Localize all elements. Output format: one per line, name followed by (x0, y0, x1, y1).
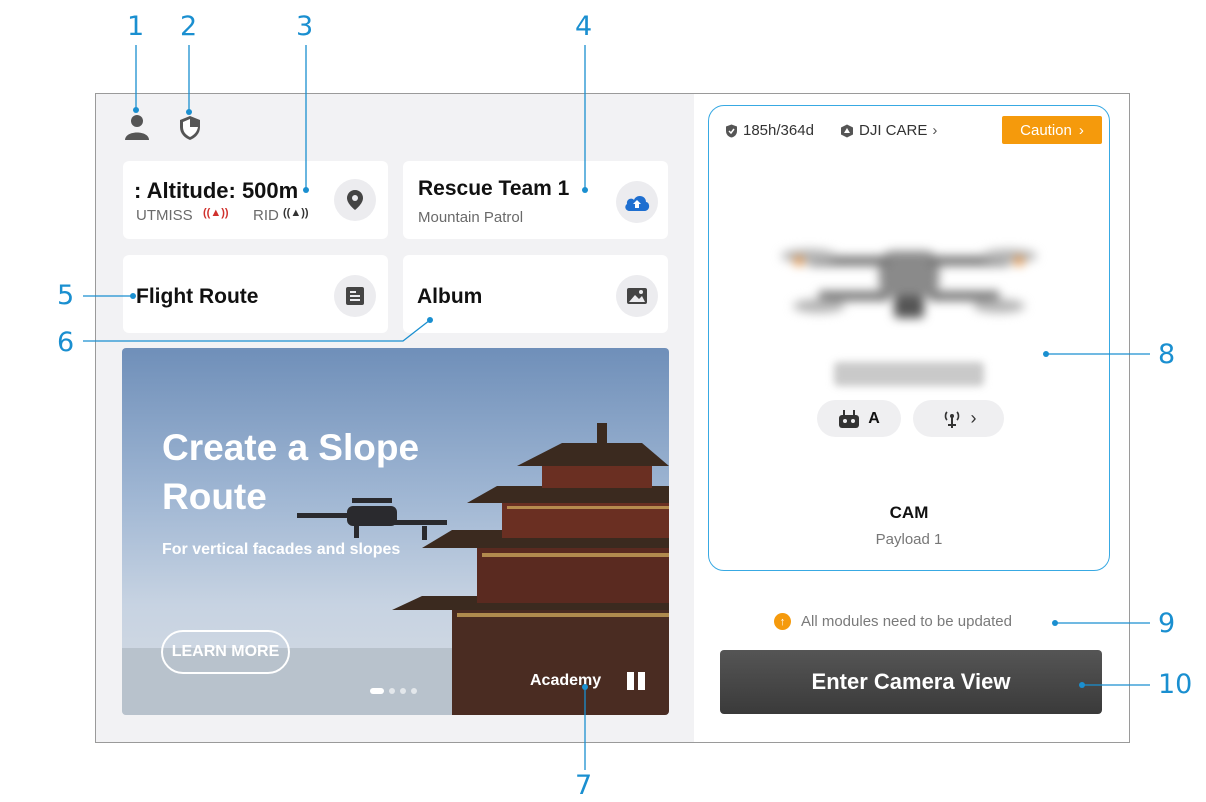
caution-text: Caution (1020, 121, 1072, 139)
carousel-dot[interactable] (400, 688, 406, 694)
flight-hours: 185h/364d (725, 122, 814, 139)
app-frame: : Altitude: 500m UTMISS ((▲)) RID ((▲)) … (95, 93, 1130, 743)
altitude-title: : Altitude: 500m (134, 178, 299, 203)
utmiss-signal-icon: ((▲)) (203, 207, 229, 219)
cloud-icon[interactable] (616, 181, 658, 223)
antenna-signal-icon (944, 410, 959, 428)
signal-pill[interactable]: › (913, 400, 1004, 437)
carousel-dot[interactable] (370, 688, 384, 694)
team-card[interactable]: Rescue Team 1 Mountain Patrol (403, 161, 668, 239)
controller-icon (839, 409, 860, 428)
callout-1: 1 (127, 11, 145, 42)
flight-route-title: Flight Route (136, 285, 259, 308)
update-text: All modules need to be updated (801, 613, 1012, 630)
callout-5: 5 (57, 280, 75, 311)
learn-more-button[interactable]: LEARN MORE (161, 630, 290, 674)
payload-label: Payload 1 (875, 531, 943, 548)
album-card[interactable]: Album (403, 255, 668, 333)
callout-2: 2 (180, 11, 198, 42)
banner-title: Create a Slope Route (162, 427, 420, 517)
academy-label[interactable]: Academy (530, 672, 601, 690)
image-icon[interactable] (616, 275, 658, 317)
academy-banner[interactable]: Create a Slope Route For vertical facade… (122, 348, 669, 715)
flight-route-card[interactable]: Flight Route (123, 255, 388, 333)
update-arrow-icon: ↑ (774, 613, 791, 630)
book-icon[interactable] (625, 670, 647, 692)
callout-4: 4 (575, 11, 593, 42)
caution-button[interactable]: Caution › (1002, 116, 1102, 144)
rid-label: RID (253, 207, 279, 224)
care-shield-icon (841, 124, 853, 137)
right-pane: 185h/364d DJI CARE › Caution › A › CAM P… (694, 94, 1129, 742)
callout-3: 3 (296, 11, 314, 42)
team-subtitle: Mountain Patrol (418, 209, 524, 226)
carousel-dots[interactable] (370, 688, 417, 694)
carousel-dot[interactable] (411, 688, 417, 694)
callout-10: 10 (1158, 669, 1193, 700)
update-notice[interactable]: ↑ All modules need to be updated (774, 613, 1012, 630)
dji-care-text: DJI CARE (859, 122, 928, 139)
callout-6: 6 (57, 327, 75, 358)
rid-signal-icon: ((▲)) (283, 207, 309, 219)
callout-7: 7 (575, 770, 593, 801)
callout-8: 8 (1158, 339, 1176, 370)
route-list-icon[interactable] (334, 275, 376, 317)
location-pin-icon[interactable] (334, 179, 376, 221)
flight-hours-text: 185h/364d (743, 122, 814, 139)
user-icon[interactable] (123, 113, 151, 141)
left-pane: : Altitude: 500m UTMISS ((▲)) RID ((▲)) … (96, 94, 694, 742)
camera-title: CAM (889, 503, 929, 522)
altitude-card[interactable]: : Altitude: 500m UTMISS ((▲)) RID ((▲)) (123, 161, 388, 239)
banner-subtitle: For vertical facades and slopes (162, 541, 401, 558)
team-title: Rescue Team 1 (418, 177, 570, 200)
carousel-dot[interactable] (389, 688, 395, 694)
chevron-right-icon: › (970, 408, 977, 428)
dji-care-link[interactable]: DJI CARE › (840, 122, 937, 139)
shield-check-icon (726, 124, 737, 137)
enter-camera-view-button[interactable]: Enter Camera View (720, 650, 1102, 714)
callout-9: 9 (1158, 608, 1176, 639)
controller-label: A (868, 409, 880, 427)
chevron-right-icon: › (932, 122, 938, 139)
utmiss-label: UTMISS (136, 207, 193, 224)
album-title: Album (417, 285, 483, 308)
drone-model-name-blurred (834, 362, 984, 386)
drone-image (781, 249, 1037, 318)
aircraft-card[interactable]: 185h/364d DJI CARE › Caution › A › CAM P… (708, 105, 1110, 571)
shield-icon[interactable] (176, 114, 204, 142)
chevron-right-icon: › (1078, 121, 1084, 139)
controller-pill[interactable]: A (817, 400, 901, 437)
